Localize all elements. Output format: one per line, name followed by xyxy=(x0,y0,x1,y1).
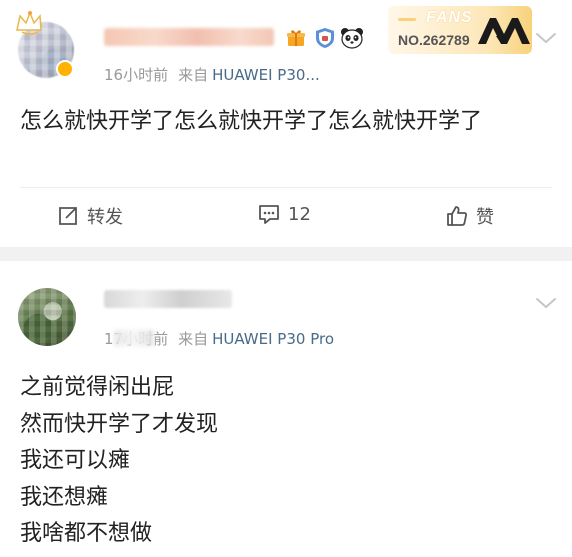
comment-button[interactable]: 12 xyxy=(258,203,311,225)
like-button[interactable]: 赞 xyxy=(446,203,494,229)
post-text-line: 我还想瘫 xyxy=(20,484,109,510)
via-label: 来自 xyxy=(178,330,209,348)
crown-deco-icon xyxy=(16,10,42,35)
post-text-line: 然而快开学了才发现 xyxy=(20,411,219,437)
repost-button[interactable]: 转发 xyxy=(57,203,123,229)
weibo-feed: FANS NO.262789 16小时前 来自 HUAWEI P30... 怎么就快… xyxy=(0,0,572,557)
post-meta: 16小时前 来自 HUAWEI P30... xyxy=(104,64,320,85)
post-text[interactable]: 之前觉得闲出屁 然而快开学了才发现 我还可以瘫 我还想瘫 我啥都不想做 xyxy=(20,370,540,553)
post-meta: 17小时前 来自 HUAWEI P30 Pro xyxy=(104,328,334,349)
thumbs-up-icon xyxy=(447,206,467,226)
chevron-down-icon[interactable] xyxy=(535,296,557,310)
vip-badge-icon xyxy=(56,60,74,78)
repost-icon xyxy=(59,207,77,225)
shield-badge-icon xyxy=(316,28,334,48)
repost-label: 转发 xyxy=(87,207,123,228)
device-link[interactable]: HUAWEI P30 Pro xyxy=(212,330,334,348)
username[interactable] xyxy=(104,28,274,46)
post-text-line: 我还可以瘫 xyxy=(20,448,131,473)
fans-dash xyxy=(398,18,416,21)
device-link[interactable]: HUAWEI P30... xyxy=(212,66,320,84)
chevron-down-icon[interactable] xyxy=(535,31,557,45)
comment-count: 12 xyxy=(288,203,311,225)
feed-separator xyxy=(0,247,572,261)
fans-badge[interactable]: FANS NO.262789 xyxy=(388,6,532,54)
via-label: 来自 xyxy=(178,66,209,84)
post-text-line: 之前觉得闲出屁 xyxy=(20,375,175,400)
gift-icon xyxy=(287,30,305,46)
divider xyxy=(20,187,552,188)
like-label: 赞 xyxy=(476,207,494,228)
fans-label: FANS xyxy=(426,9,473,26)
post-time: 17小时前 xyxy=(104,330,169,348)
comment-icon xyxy=(259,205,279,224)
post-text-line: 我啥都不想做 xyxy=(20,521,153,546)
panda-icon xyxy=(341,28,363,49)
username[interactable] xyxy=(104,290,232,308)
post-time: 16小时前 xyxy=(104,66,169,84)
action-bar: 转发 12 赞 xyxy=(0,203,572,233)
fans-number: NO.262789 xyxy=(398,32,470,48)
avatar[interactable] xyxy=(18,288,76,346)
post-text[interactable]: 怎么就快开学了怎么就快开学了怎么就快开学了 xyxy=(20,104,540,140)
fans-logo-icon xyxy=(478,18,530,44)
